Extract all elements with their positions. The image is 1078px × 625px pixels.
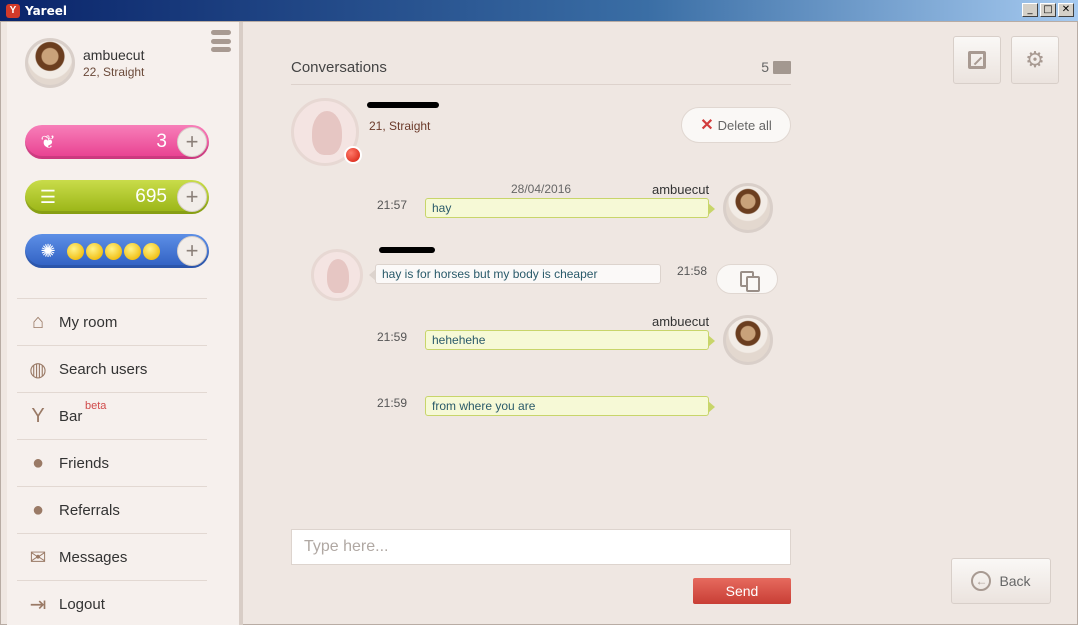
message-time: 21:59: [377, 396, 408, 410]
energy-icon: ✺: [40, 240, 56, 261]
message-sender: ambuecut: [652, 182, 710, 197]
contact-age-orientation: 21, Straight: [369, 119, 431, 133]
message-bubble-outgoing: from where you are: [425, 396, 715, 416]
arrow-left-icon: ←: [971, 571, 992, 591]
sidebar-item-logout[interactable]: ⇥ Logout: [17, 581, 207, 625]
message-time: 21:58: [677, 264, 708, 278]
conversation-title: Conversations: [291, 59, 387, 76]
yareel-logo-icon: Y: [6, 3, 20, 18]
message-bubble-outgoing: hehehehe: [425, 330, 715, 350]
message-count: 5: [761, 59, 769, 75]
gear-icon: ⚙: [1025, 47, 1045, 72]
envelope-icon: ✉: [29, 546, 47, 569]
message-sender: ambuecut: [652, 314, 710, 329]
sidebar-item-friends[interactable]: ● Friends: [17, 440, 207, 487]
window-controls: _ □ ✕: [1022, 3, 1074, 17]
energy-dot: [67, 242, 84, 260]
sidebar-item-label: My room: [59, 313, 118, 331]
conversation-header: Conversations 5: [291, 59, 791, 85]
back-label: Back: [999, 573, 1031, 589]
minimize-button[interactable]: _: [1022, 3, 1038, 17]
maximize-button[interactable]: □: [1040, 3, 1056, 17]
copy-icon: [740, 271, 760, 292]
add-energy-button[interactable]: +: [177, 236, 207, 266]
add-coins-button[interactable]: +: [177, 182, 207, 212]
settings-button[interactable]: ⚙: [1011, 36, 1059, 84]
energy-dots: [61, 242, 177, 260]
energy-counter: ✺ +: [25, 234, 209, 268]
sidebar-item-label: Logout: [59, 595, 105, 613]
sidebar-item-search-users[interactable]: ◍ Search users: [17, 346, 207, 393]
close-icon: ✕: [700, 117, 714, 134]
delete-all-button[interactable]: ✕ Delete all: [681, 107, 791, 143]
sidebar: ambuecut 22, Straight ❦ 3 + ☰ 695 + ✺ +: [7, 22, 243, 625]
message-input[interactable]: [291, 529, 791, 565]
energy-dot: [86, 242, 103, 260]
sidebar-item-label: Referrals: [59, 501, 120, 519]
sidebar-item-label: Friends: [59, 454, 110, 472]
sidebar-nav: ⌂ My room ◍ Search users Y Bar beta ● Fr…: [17, 298, 207, 625]
female-silhouette-icon: [312, 111, 342, 155]
message-time: 21:59: [377, 330, 408, 344]
user-avatar[interactable]: [723, 315, 773, 365]
globe-icon: ◍: [29, 358, 47, 381]
message-date: 28/04/2016: [511, 182, 572, 196]
energy-dot: [124, 242, 141, 260]
user-avatar[interactable]: [25, 38, 75, 88]
close-button[interactable]: ✕: [1058, 3, 1074, 17]
sidebar-item-label: Messages: [59, 548, 128, 566]
online-status-dot: [344, 146, 362, 164]
person-add-icon: ●: [31, 498, 45, 521]
coin-count: 695: [135, 186, 167, 207]
strawberry-count: 3: [156, 131, 167, 152]
user-avatar[interactable]: [723, 183, 773, 233]
profile-text: ambuecut 22, Straight: [83, 47, 144, 79]
energy-dot: [143, 242, 160, 260]
female-silhouette-icon: [327, 259, 349, 293]
send-button[interactable]: Send: [693, 578, 791, 604]
strawberry-counter: ❦ 3 +: [25, 125, 209, 159]
profile-name: ambuecut: [83, 47, 145, 63]
house-icon: ⌂: [31, 310, 45, 333]
sidebar-item-my-room[interactable]: ⌂ My room: [17, 299, 207, 346]
sidebar-item-bar[interactable]: Y Bar beta: [17, 393, 207, 440]
logout-door-icon: ⇥: [29, 593, 47, 616]
message-time: 21:57: [377, 198, 408, 212]
redacted-contact-name: [367, 102, 439, 108]
copy-message-button[interactable]: [716, 264, 778, 294]
cocktail-icon: Y: [31, 404, 45, 427]
sidebar-item-referrals[interactable]: ● Referrals: [17, 487, 207, 534]
back-button[interactable]: ← Back: [951, 558, 1051, 604]
sidebar-item-messages[interactable]: ✉ Messages: [17, 534, 207, 581]
coins-icon: ☰: [39, 186, 57, 207]
message-bubble-incoming: hay is for horses but my body is cheaper: [369, 264, 661, 284]
redacted-contact-name: [379, 247, 435, 253]
window-title: Yareel: [25, 3, 67, 18]
user-profile[interactable]: ambuecut 22, Straight: [25, 38, 144, 88]
strawberry-icon: ❦: [40, 131, 56, 152]
envelope-icon: [773, 61, 791, 74]
beta-badge: beta: [85, 400, 107, 412]
coin-counter: ☰ 695 +: [25, 180, 209, 214]
sidebar-item-label: Search users: [59, 360, 148, 378]
expand-icon: [968, 51, 986, 69]
fullscreen-button[interactable]: [953, 36, 1001, 84]
window-titlebar: Y Yareel _ □ ✕: [0, 0, 1078, 21]
person-icon: ●: [31, 451, 45, 474]
hamburger-menu-icon[interactable]: [211, 30, 231, 52]
energy-dot: [105, 242, 122, 260]
profile-age-orientation: 22, Straight: [83, 65, 145, 79]
sidebar-item-label: Bar: [59, 407, 83, 425]
message-bubble-outgoing: hay: [425, 198, 715, 218]
delete-all-label: Delete all: [717, 117, 772, 133]
add-strawberries-button[interactable]: +: [177, 127, 207, 157]
contact-avatar[interactable]: [311, 249, 363, 301]
app-window: ambuecut 22, Straight ❦ 3 + ☰ 695 + ✺ +: [0, 21, 1078, 625]
